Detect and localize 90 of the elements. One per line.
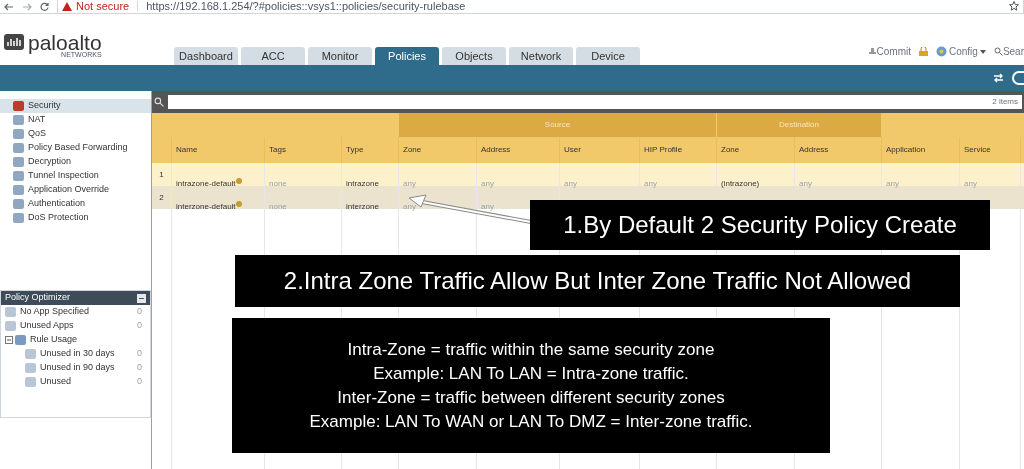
row-number: 2 bbox=[152, 186, 172, 209]
policy-icon bbox=[13, 157, 24, 167]
list-icon bbox=[25, 363, 36, 373]
table-cell: any bbox=[564, 179, 577, 188]
item-count: 0 bbox=[137, 305, 143, 319]
security-status: Not secure bbox=[76, 0, 130, 14]
nav-tab[interactable]: ACC bbox=[241, 47, 305, 65]
item-count: 0 bbox=[137, 319, 143, 333]
item-count: 0 bbox=[137, 375, 143, 389]
policy-icon bbox=[13, 199, 24, 209]
table-cell: any bbox=[644, 179, 657, 188]
nav-tab[interactable]: Network bbox=[509, 47, 573, 65]
item-count: 0 bbox=[137, 347, 143, 361]
policy-type-item[interactable]: Security bbox=[0, 99, 151, 113]
policy-type-item[interactable]: DoS Protection bbox=[0, 211, 151, 225]
nav-tab[interactable]: Policies bbox=[375, 47, 439, 65]
list-icon bbox=[25, 349, 36, 359]
logo-icon bbox=[4, 34, 24, 50]
callout-text: 1.By Default 2 Security Policy Create bbox=[563, 210, 957, 240]
policy-icon bbox=[13, 101, 24, 111]
address-bar[interactable]: Not secure https://192.168.1.254/?#policies::vsys1::policies/security-rulebase bbox=[57, 0, 1024, 14]
table-cell: any bbox=[403, 202, 416, 211]
policy-icon bbox=[13, 115, 24, 125]
url-text: https://192.168.1.254/?#policies::vsys1::policies/security-rulebase bbox=[146, 0, 466, 14]
nav-tab[interactable]: Monitor bbox=[308, 47, 372, 65]
table-cell: any bbox=[481, 179, 494, 188]
table-cell: interzone-default bbox=[176, 202, 236, 211]
reload-icon[interactable] bbox=[40, 2, 49, 11]
warning-icon bbox=[62, 1, 72, 11]
config-menu[interactable]: Config bbox=[935, 44, 986, 59]
table-cell: (intrazone) bbox=[721, 179, 760, 188]
policy-type-item[interactable]: Authentication bbox=[0, 197, 151, 211]
optimizer-item[interactable]: Unused Apps bbox=[20, 319, 137, 333]
optimizer-item[interactable]: Unused in 90 days bbox=[40, 361, 137, 375]
stamp-icon bbox=[867, 47, 877, 56]
back-icon[interactable] bbox=[4, 2, 14, 11]
policy-type-item[interactable]: NAT bbox=[0, 113, 151, 127]
table-cell: any bbox=[403, 179, 416, 188]
policy-type-item[interactable]: Application Override bbox=[0, 183, 151, 197]
table-cell: intrazone bbox=[346, 179, 379, 188]
policy-icon bbox=[13, 213, 24, 223]
star-icon[interactable] bbox=[1009, 1, 1019, 11]
policy-icon bbox=[13, 185, 24, 195]
callout-line: Intra-Zone = traffic within the same security zone bbox=[347, 338, 715, 361]
collapse-button[interactable] bbox=[137, 293, 146, 303]
callout-text: 2.Intra Zone Traffic Allow But Inter Zone Traffic Not Allowed bbox=[283, 266, 912, 296]
filter-field[interactable]: 2 items bbox=[168, 95, 1022, 109]
item-count: 0 bbox=[137, 361, 143, 375]
refresh-icon[interactable] bbox=[993, 73, 1004, 83]
table-cell: any bbox=[799, 179, 812, 188]
callout-line: Example: LAN To WAN or LAN To DMZ = Inter-zone traffic. bbox=[309, 410, 753, 433]
table-cell: any bbox=[964, 179, 977, 188]
optimizer-item[interactable]: No App Specified bbox=[20, 305, 137, 319]
optimizer-item[interactable]: Unused bbox=[40, 375, 137, 389]
optimizer-item[interactable]: Unused in 30 days bbox=[40, 347, 137, 361]
policy-type-item[interactable]: QoS bbox=[0, 127, 151, 141]
list-icon bbox=[25, 377, 36, 387]
caret-icon bbox=[979, 49, 986, 54]
list-icon bbox=[15, 335, 26, 345]
nav-tab[interactable]: Device bbox=[576, 47, 640, 65]
table-cell: any bbox=[481, 202, 494, 211]
table-cell: any bbox=[886, 179, 899, 188]
callout-line: Example: LAN To LAN = Intra-zone traffic. bbox=[373, 362, 689, 385]
group-header: Destination bbox=[717, 113, 882, 137]
commit-button[interactable]: Commit bbox=[867, 44, 911, 59]
list-icon bbox=[5, 321, 16, 331]
callout-line: Inter-Zone = traffic between different security zones bbox=[337, 386, 725, 409]
panel-title: Policy Optimizer bbox=[5, 291, 71, 305]
policy-type-item[interactable]: Policy Based Forwarding bbox=[0, 141, 151, 155]
table-cell: none bbox=[269, 179, 287, 188]
policy-type-item[interactable]: Decryption bbox=[0, 155, 151, 169]
list-icon bbox=[5, 307, 16, 317]
collapse-toggle[interactable] bbox=[5, 336, 13, 344]
table-cell: none bbox=[269, 202, 287, 211]
policy-icon bbox=[13, 143, 24, 153]
search-icon bbox=[993, 47, 1003, 56]
help-icon[interactable] bbox=[1012, 71, 1024, 85]
search-icon bbox=[154, 97, 164, 107]
group-header: Source bbox=[399, 113, 717, 137]
table-cell: interzone bbox=[346, 202, 379, 211]
policy-type-item[interactable]: Tunnel Inspection bbox=[0, 169, 151, 183]
item-count: 2 items bbox=[992, 96, 1018, 108]
policy-icon bbox=[13, 171, 24, 181]
nav-tab[interactable]: Dashboard bbox=[174, 47, 238, 65]
nav-tab[interactable]: Objects bbox=[442, 47, 506, 65]
optimizer-item[interactable]: Rule Usage bbox=[30, 333, 150, 347]
config-icon bbox=[935, 46, 947, 57]
search-button[interactable]: Sear bbox=[993, 44, 1024, 59]
policy-icon bbox=[13, 129, 24, 139]
table-cell: intrazone-default bbox=[176, 179, 236, 188]
